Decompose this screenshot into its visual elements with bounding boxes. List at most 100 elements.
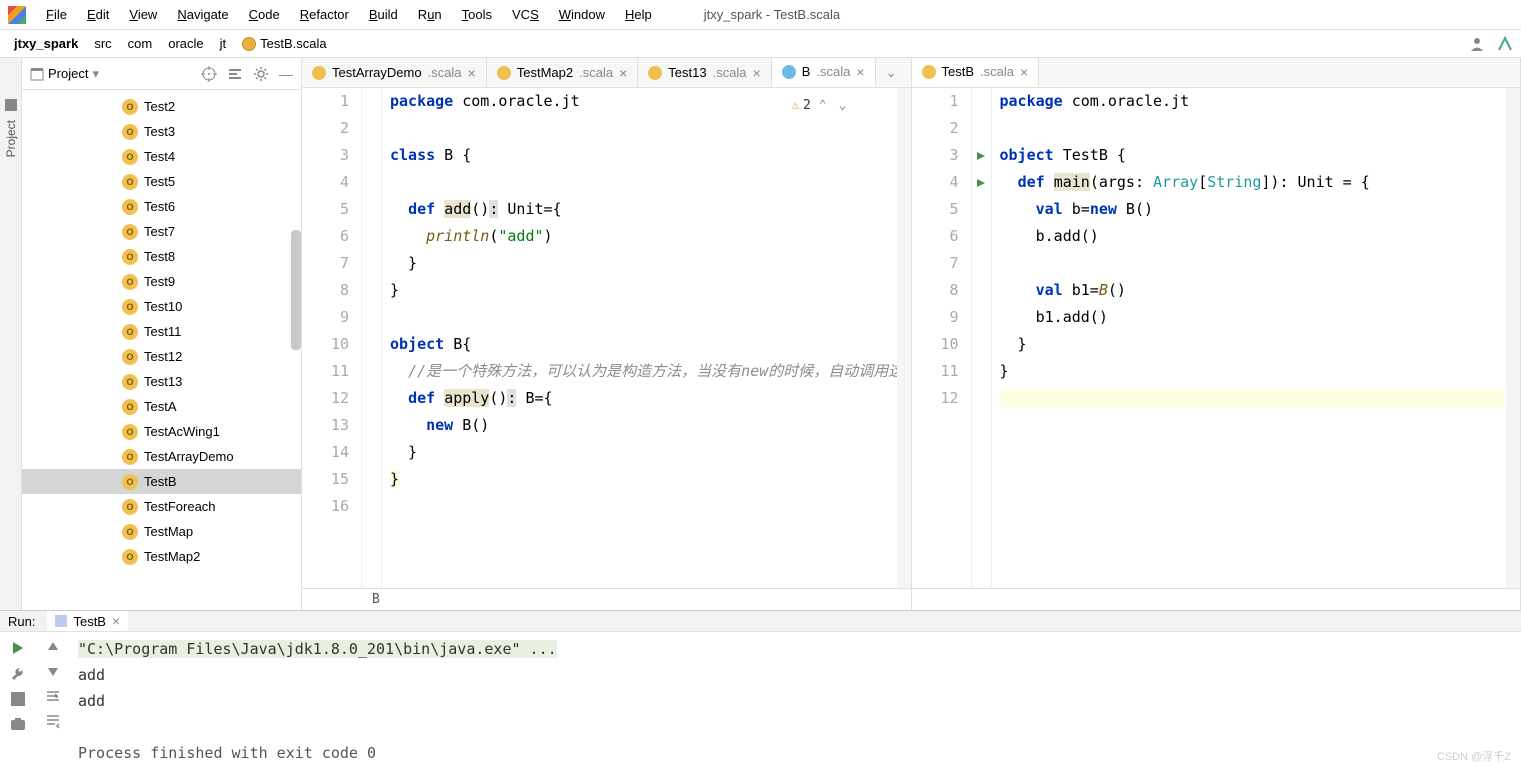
- crumb-oracle[interactable]: oracle: [162, 34, 209, 53]
- code-area-right[interactable]: 123456789101112 package com.oracle.jt ob…: [912, 88, 1521, 588]
- next-warning-icon[interactable]: ⌄: [835, 92, 851, 119]
- crumb-src[interactable]: src: [88, 34, 117, 53]
- prev-warning-icon[interactable]: ⌃: [815, 92, 831, 119]
- tree-item-label: Test8: [144, 249, 175, 264]
- close-icon[interactable]: ×: [753, 65, 761, 81]
- crumb-file[interactable]: TestB.scala: [236, 34, 332, 53]
- tree-item[interactable]: OTest3: [22, 119, 301, 144]
- gutter-icons-right: [972, 88, 992, 588]
- menu-tools[interactable]: Tools: [454, 5, 500, 24]
- tree-item-label: Test12: [144, 349, 182, 364]
- run-tab[interactable]: TestB ×: [47, 611, 128, 631]
- tree-item[interactable]: OTest8: [22, 244, 301, 269]
- window-title: jtxy_spark - TestB.scala: [704, 7, 840, 22]
- menu-run[interactable]: Run: [410, 5, 450, 24]
- build-icon[interactable]: [1497, 36, 1513, 52]
- tab-ext: .scala: [980, 64, 1014, 79]
- menu-edit[interactable]: Edit: [79, 5, 117, 24]
- tree-item[interactable]: OTestMap2: [22, 544, 301, 569]
- crumb-jt[interactable]: jt: [214, 34, 233, 53]
- close-icon[interactable]: ×: [112, 613, 120, 629]
- wrench-icon[interactable]: [10, 666, 26, 682]
- tree-item[interactable]: OTest2: [22, 94, 301, 119]
- tree-item-label: Test7: [144, 224, 175, 239]
- rerun-icon[interactable]: [10, 640, 26, 656]
- stop-icon[interactable]: [11, 692, 25, 706]
- menu-file[interactable]: File: [38, 5, 75, 24]
- tab-name: B: [802, 64, 811, 79]
- project-tool-label[interactable]: Project: [4, 120, 18, 157]
- tree-item[interactable]: OTest7: [22, 219, 301, 244]
- file-icon: [922, 65, 936, 79]
- object-icon: O: [122, 124, 138, 140]
- close-icon[interactable]: ×: [619, 65, 627, 81]
- user-icon[interactable]: [1469, 36, 1485, 52]
- expand-icon[interactable]: [227, 66, 243, 82]
- close-icon[interactable]: ×: [856, 64, 864, 80]
- tree-item[interactable]: OTest4: [22, 144, 301, 169]
- tree-item[interactable]: OTest9: [22, 269, 301, 294]
- tree-item[interactable]: OTestArrayDemo: [22, 444, 301, 469]
- target-icon[interactable]: [201, 66, 217, 82]
- tree-item[interactable]: OTest13: [22, 369, 301, 394]
- tab-ext: .scala: [816, 64, 850, 79]
- tree-item[interactable]: OTestAcWing1: [22, 419, 301, 444]
- menu-vcs[interactable]: VCS: [504, 5, 547, 24]
- code-lines-right[interactable]: package com.oracle.jt object TestB { def…: [992, 88, 1521, 588]
- down-icon[interactable]: [46, 664, 60, 678]
- softwrap-icon[interactable]: [45, 688, 61, 704]
- editor-tab[interactable]: TestMap2.scala×: [487, 58, 639, 87]
- up-icon[interactable]: [46, 640, 60, 654]
- menu-refactor[interactable]: Refactor: [292, 5, 357, 24]
- editor-tab[interactable]: TestArrayDemo.scala×: [302, 58, 487, 87]
- close-icon[interactable]: ×: [468, 65, 476, 81]
- breadcrumb: jtxy_spark src com oracle jt TestB.scala: [8, 34, 333, 53]
- tree-item[interactable]: OTest12: [22, 344, 301, 369]
- crumb-project[interactable]: jtxy_spark: [8, 34, 84, 53]
- object-icon: O: [122, 99, 138, 115]
- editor-tab[interactable]: B .scala ×: [772, 58, 876, 87]
- tree-item[interactable]: OTestA: [22, 394, 301, 419]
- project-tree[interactable]: OTest2OTest3OTest4OTest5OTest6OTest7OTes…: [22, 90, 301, 610]
- crumb-com[interactable]: com: [122, 34, 159, 53]
- project-tool-icon[interactable]: [4, 98, 18, 112]
- tree-item-label: Test9: [144, 274, 175, 289]
- run-output[interactable]: "C:\Program Files\Java\jdk1.8.0_201\bin\…: [70, 632, 1521, 770]
- tree-item[interactable]: OTest10: [22, 294, 301, 319]
- tab-ext: .scala: [428, 65, 462, 80]
- object-icon: O: [122, 549, 138, 565]
- tree-scrollbar[interactable]: [291, 230, 301, 350]
- menu-code[interactable]: Code: [241, 5, 288, 24]
- project-panel-title: Project: [48, 66, 88, 81]
- gutter-left: 12345678910111213141516: [302, 88, 362, 588]
- scrollbar-right[interactable]: [1506, 88, 1520, 588]
- editor-tab[interactable]: Test13.scala×: [638, 58, 771, 87]
- scrollbar-left[interactable]: [897, 88, 911, 588]
- run-gutter-icon[interactable]: [976, 151, 986, 161]
- tree-item[interactable]: OTestMap: [22, 519, 301, 544]
- tree-item[interactable]: OTestB: [22, 469, 301, 494]
- menu-navigate[interactable]: Navigate: [169, 5, 236, 24]
- camera-icon[interactable]: [10, 716, 26, 732]
- menu-build[interactable]: Build: [361, 5, 406, 24]
- code-lines-left[interactable]: package com.oracle.jt class B { def add(…: [382, 88, 911, 588]
- tree-item[interactable]: OTest5: [22, 169, 301, 194]
- project-view-icon: [30, 67, 44, 81]
- gear-icon[interactable]: [253, 66, 269, 82]
- exit-line: Process finished with exit code 0: [78, 744, 376, 762]
- tree-item[interactable]: OTest11: [22, 319, 301, 344]
- close-icon[interactable]: ×: [1020, 64, 1028, 80]
- inspection-badge[interactable]: ⚠ 2 ⌃ ⌄: [791, 92, 850, 119]
- tree-item[interactable]: OTestForeach: [22, 494, 301, 519]
- run-gutter-icon[interactable]: [976, 178, 986, 188]
- scroll-end-icon[interactable]: [45, 714, 61, 730]
- menu-help[interactable]: Help: [617, 5, 660, 24]
- menu-window[interactable]: Window: [551, 5, 613, 24]
- project-view-dropdown[interactable]: ▾: [92, 66, 99, 82]
- collapse-panel-icon[interactable]: —: [279, 66, 293, 82]
- editor-tab[interactable]: TestB.scala×: [912, 58, 1040, 87]
- code-area-left[interactable]: 12345678910111213141516 package com.orac…: [302, 88, 911, 588]
- tree-item[interactable]: OTest6: [22, 194, 301, 219]
- menu-view[interactable]: View: [121, 5, 165, 24]
- chevron-down-icon[interactable]: ⌄: [876, 65, 907, 81]
